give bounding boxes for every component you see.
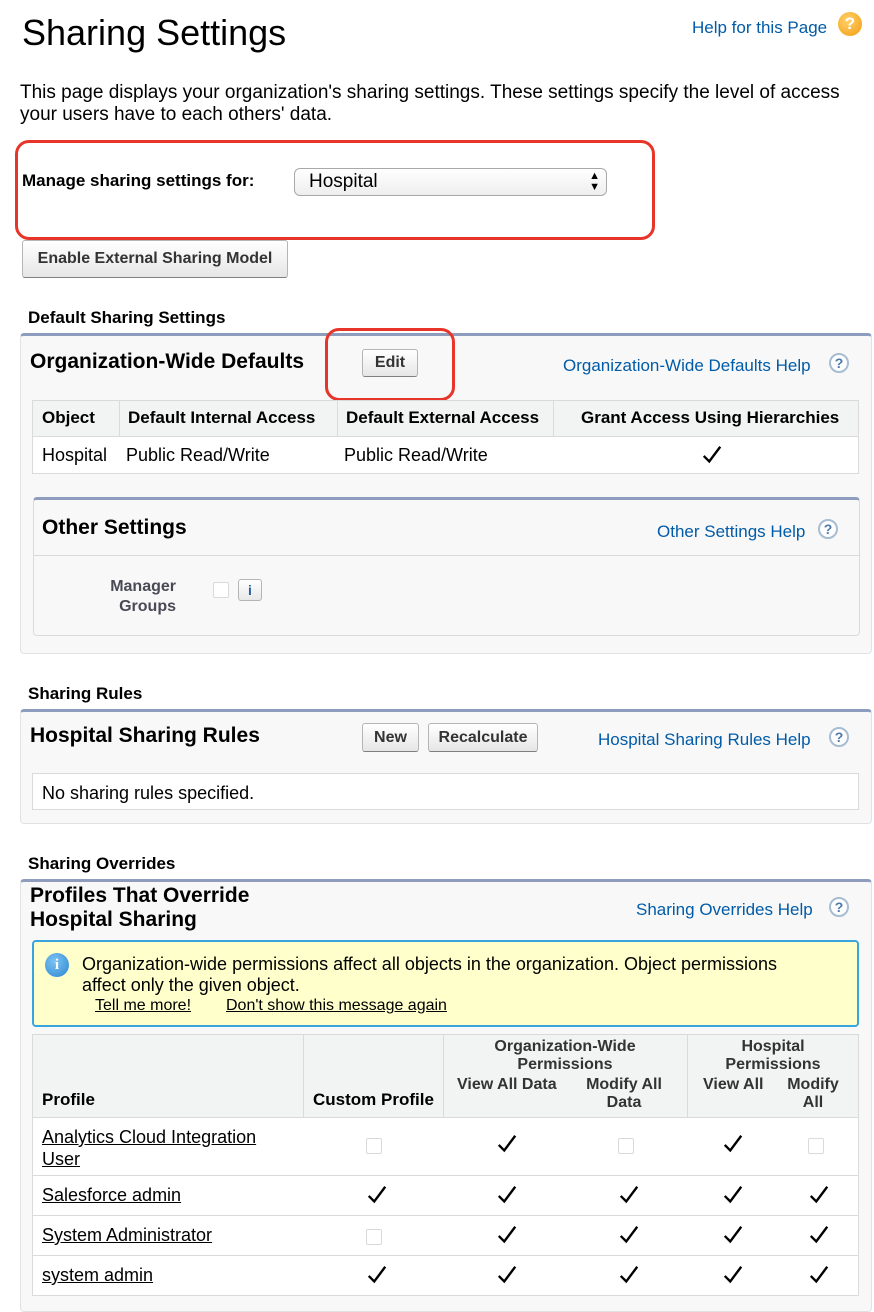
overrides-title: Profiles That Override Hospital Sharing xyxy=(30,884,250,931)
profile-link-system-admin[interactable]: system admin xyxy=(42,1265,153,1286)
sharing-rules-section-title: Sharing Rules xyxy=(28,684,143,703)
col-modify-all: Modify All xyxy=(787,1076,839,1111)
updown-arrows-icon: ▲ ▼ xyxy=(589,170,600,193)
page-description: This page displays your organization's s… xyxy=(20,82,840,125)
checkmark-icon xyxy=(807,1223,831,1247)
owd-help-icon[interactable]: ? xyxy=(829,353,849,373)
checkmark-icon xyxy=(617,1263,641,1287)
owd-col-object: Object xyxy=(42,408,95,427)
profile-link-analytics-cloud[interactable]: Analytics Cloud Integration User xyxy=(42,1126,256,1170)
no-sharing-rules-text: No sharing rules specified. xyxy=(42,783,255,803)
checkmark-icon xyxy=(495,1183,519,1207)
other-settings-title: Other Settings xyxy=(42,516,187,539)
owd-row-external: Public Read/Write xyxy=(344,445,488,465)
sharing-rules-title: Hospital Sharing Rules xyxy=(30,724,260,747)
owd-col-grant: Grant Access Using Hierarchies xyxy=(581,408,840,427)
checkmark-icon xyxy=(721,1223,745,1247)
col-modify-all-data: Modify All Data xyxy=(586,1076,662,1111)
info-message-text: Organization-wide permissions affect all… xyxy=(82,954,778,995)
col-org-wide-permissions: Organization-Wide Permissions xyxy=(494,1038,636,1073)
manager-groups-checkbox[interactable] xyxy=(213,582,229,598)
recalculate-button[interactable]: Recalculate xyxy=(428,723,538,752)
col-hospital-permissions: Hospital Permissions xyxy=(725,1038,821,1073)
owd-col-external: Default External Access xyxy=(346,408,540,427)
manage-sharing-label: Manage sharing settings for: xyxy=(22,171,255,190)
dont-show-message-link[interactable]: Don't show this message again xyxy=(226,997,447,1015)
enable-external-sharing-button[interactable]: Enable External Sharing Model xyxy=(22,240,288,278)
checkmark-icon xyxy=(495,1132,519,1156)
col-profile: Profile xyxy=(42,1090,95,1109)
help-orange-icon[interactable]: ? xyxy=(838,12,862,36)
checkmark-icon xyxy=(495,1263,519,1287)
info-circle-icon: i xyxy=(45,953,69,977)
manager-groups-label: Manager Groups xyxy=(110,578,176,615)
new-rule-button[interactable]: New xyxy=(362,723,419,752)
object-select[interactable]: Hospital ▲ ▼ xyxy=(294,168,607,196)
owd-row-object: Hospital xyxy=(42,445,108,465)
profile-link-salesforce-admin[interactable]: Salesforce admin xyxy=(42,1185,181,1206)
edit-highlight-box xyxy=(325,328,455,401)
checkmark-icon xyxy=(721,1263,745,1287)
empty-checkbox-icon xyxy=(808,1138,824,1154)
owd-help-link[interactable]: Organization-Wide Defaults Help xyxy=(563,356,811,376)
checkmark-icon xyxy=(721,1132,745,1156)
checkmark-icon xyxy=(700,443,724,467)
owd-row-internal: Public Read/Write xyxy=(126,445,270,465)
checkmark-icon xyxy=(807,1183,831,1207)
checkmark-icon xyxy=(721,1183,745,1207)
owd-title: Organization-Wide Defaults xyxy=(30,350,304,373)
sharing-rules-help-icon[interactable]: ? xyxy=(829,727,849,747)
other-settings-help-link[interactable]: Other Settings Help xyxy=(657,522,805,542)
checkmark-icon xyxy=(807,1263,831,1287)
sharing-overrides-section-title: Sharing Overrides xyxy=(28,854,176,873)
default-sharing-section-title: Default Sharing Settings xyxy=(28,308,226,327)
object-select-value: Hospital xyxy=(309,171,378,192)
empty-checkbox-icon xyxy=(618,1138,634,1154)
checkmark-icon xyxy=(617,1183,641,1207)
owd-col-internal: Default Internal Access xyxy=(128,408,316,427)
other-settings-help-icon[interactable]: ? xyxy=(818,519,838,539)
col-view-all: View All xyxy=(703,1076,764,1093)
tell-me-more-link[interactable]: Tell me more! xyxy=(95,997,191,1015)
col-view-all-data: View All Data xyxy=(457,1076,557,1093)
checkmark-icon xyxy=(495,1223,519,1247)
page-title: Sharing Settings xyxy=(22,12,287,53)
sharing-overrides-help-icon[interactable]: ? xyxy=(829,897,849,917)
checkmark-icon xyxy=(365,1263,389,1287)
profile-link-system-administrator[interactable]: System Administrator xyxy=(42,1225,212,1246)
help-for-this-page-link[interactable]: Help for this Page xyxy=(692,18,827,38)
sharing-rules-help-link[interactable]: Hospital Sharing Rules Help xyxy=(598,730,811,750)
col-custom-profile: Custom Profile xyxy=(313,1090,434,1109)
info-icon[interactable]: i xyxy=(238,579,262,601)
checkmark-icon xyxy=(617,1223,641,1247)
empty-checkbox-icon xyxy=(366,1138,382,1154)
empty-checkbox-icon xyxy=(366,1229,382,1245)
checkmark-icon xyxy=(365,1183,389,1207)
sharing-overrides-help-link[interactable]: Sharing Overrides Help xyxy=(636,900,813,920)
